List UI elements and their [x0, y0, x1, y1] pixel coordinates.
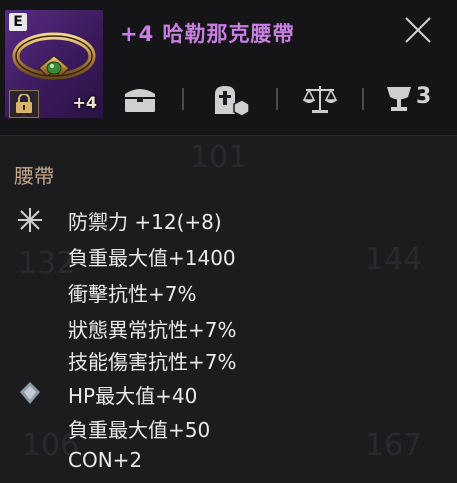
- item-header: E +4 +4 哈勒那克腰帶 3: [0, 0, 457, 135]
- background-number: 101: [190, 140, 248, 175]
- bonus-stat-line: HP最大值+40: [68, 384, 198, 408]
- bonus-stat-line: CON+2: [68, 448, 143, 472]
- background-number: 144: [365, 242, 423, 277]
- star-burst-icon: [16, 206, 44, 238]
- item-name: +4 哈勒那克腰帶: [120, 22, 295, 46]
- collection-goblet-icon[interactable]: [384, 84, 414, 118]
- grave-transfer-icon[interactable]: [210, 84, 250, 122]
- storage-chest-icon[interactable]: [122, 84, 158, 118]
- stat-line: 技能傷害抗性+7%: [68, 350, 237, 374]
- background-number: 167: [365, 428, 423, 463]
- grade-badge: E: [9, 13, 27, 31]
- item-action-bar: 3: [118, 80, 448, 118]
- separator: [182, 88, 184, 110]
- collection-count: 3: [416, 84, 432, 109]
- lock-icon[interactable]: [9, 90, 39, 118]
- balance-scale-icon[interactable]: [302, 84, 338, 118]
- stat-line: 狀態異常抗性+7%: [68, 318, 237, 342]
- header-divider: [0, 135, 457, 136]
- stat-line: 防禦力 +12(+8): [68, 210, 222, 234]
- stat-line: 負重最大值+1400: [68, 246, 236, 270]
- stat-line: 衝擊抗性+7%: [68, 282, 197, 306]
- gem-icon: [18, 380, 42, 410]
- bonus-stat-line: 負重最大值+50: [68, 418, 211, 442]
- item-icon-slot[interactable]: E +4: [5, 10, 103, 118]
- section-title: 腰帶: [14, 164, 54, 188]
- separator: [276, 88, 278, 110]
- background-number: 132: [18, 246, 76, 281]
- close-icon[interactable]: [398, 10, 438, 50]
- separator: [362, 88, 364, 110]
- enhance-level: +4: [72, 93, 97, 112]
